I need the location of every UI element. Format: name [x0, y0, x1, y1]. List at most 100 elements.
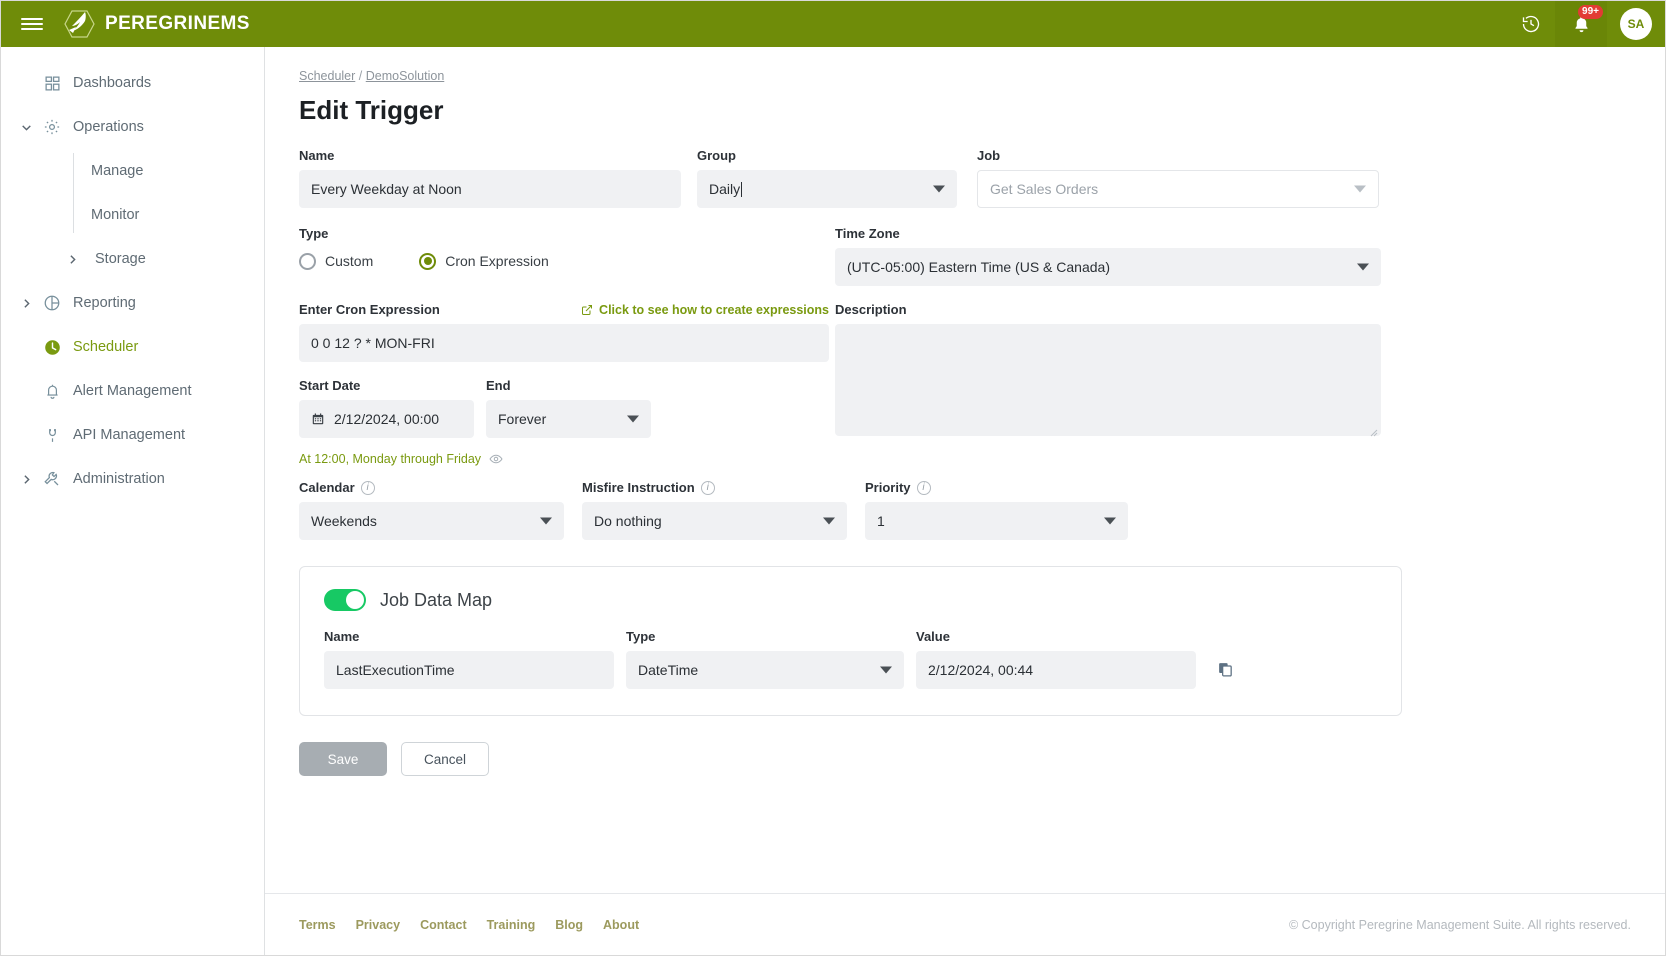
info-icon[interactable]: i: [700, 480, 715, 495]
chevron-right-icon: [61, 253, 83, 266]
chevron-down-icon: [1354, 185, 1366, 193]
job-data-map-toggle[interactable]: [324, 589, 366, 611]
sidebar-item-operations[interactable]: Operations: [1, 105, 264, 149]
gear-icon: [37, 118, 67, 136]
priority-select[interactable]: 1: [865, 502, 1128, 540]
sidebar-item-dashboards[interactable]: Dashboards: [1, 61, 264, 105]
timezone-select[interactable]: (UTC-05:00) Eastern Time (US & Canada): [835, 248, 1381, 286]
footer-link-privacy[interactable]: Privacy: [356, 918, 400, 932]
radio-custom-label: Custom: [325, 253, 374, 269]
group-label: Group: [697, 148, 736, 163]
sidebar-item-reporting[interactable]: Reporting: [1, 281, 264, 325]
job-select[interactable]: Get Sales Orders: [977, 170, 1379, 208]
chevron-down-icon: [540, 517, 552, 525]
bell-icon: [37, 383, 67, 400]
breadcrumb-link-scheduler[interactable]: Scheduler: [299, 69, 355, 83]
app-footer: Terms Privacy Contact Training Blog Abou…: [265, 893, 1665, 955]
notifications-bell-button[interactable]: 99+: [1555, 1, 1607, 47]
avatar: SA: [1620, 8, 1652, 40]
jdm-value-input[interactable]: 2/12/2024, 00:44: [916, 651, 1196, 689]
cron-help-link[interactable]: Click to see how to create expressions: [581, 303, 829, 317]
description-wrapper: [835, 324, 1381, 441]
wrench-icon: [37, 470, 67, 488]
sidebar-item-storage[interactable]: Storage: [1, 237, 264, 281]
misfire-value: Do nothing: [594, 513, 662, 529]
chevron-down-icon: [1104, 517, 1116, 525]
sidebar-item-alert-management[interactable]: Alert Management: [1, 369, 264, 413]
form-row-cron-description: Enter Cron Expression Click to see how t…: [299, 302, 1665, 466]
sidebar-item-label: Reporting: [73, 295, 136, 311]
priority-value: 1: [877, 513, 885, 529]
jdm-type-select[interactable]: DateTime: [626, 651, 904, 689]
end-value: Forever: [498, 411, 547, 427]
end-select[interactable]: Forever: [486, 400, 651, 438]
footer-link-contact[interactable]: Contact: [420, 918, 467, 932]
type-label: Type: [299, 226, 329, 241]
dashboard-grid-icon: [37, 75, 67, 92]
cancel-button[interactable]: Cancel: [401, 742, 489, 776]
info-icon[interactable]: i: [360, 480, 375, 495]
app-body: Dashboards Operations Manage Monitor Sto…: [1, 47, 1665, 955]
timezone-value: (UTC-05:00) Eastern Time (US & Canada): [847, 259, 1110, 275]
footer-link-blog[interactable]: Blog: [555, 918, 583, 932]
footer-link-terms[interactable]: Terms: [299, 918, 336, 932]
radio-custom[interactable]: Custom: [299, 252, 374, 270]
user-avatar-button[interactable]: SA: [1607, 1, 1665, 47]
chevron-right-icon: [15, 473, 37, 486]
jdm-name-column-header: Name: [324, 629, 360, 644]
sidebar-item-monitor[interactable]: Monitor: [73, 193, 264, 237]
job-data-map-title: Job Data Map: [380, 589, 493, 610]
start-date-input[interactable]: 2/12/2024, 00:00: [299, 400, 474, 438]
copyright-text: © Copyright Peregrine Management Suite. …: [1288, 917, 1631, 932]
priority-label: Priority i: [865, 480, 1128, 495]
brand-name: PEREGRINEMS: [105, 13, 250, 34]
breadcrumb-separator: /: [358, 69, 363, 83]
plug-icon: [37, 427, 67, 444]
chevron-down-icon: [880, 666, 892, 674]
sidebar-item-label: Alert Management: [73, 383, 192, 399]
radio-circle-icon: [299, 252, 316, 270]
form-row-identity: Name Every Weekday at Noon Group Daily J…: [299, 148, 1665, 208]
name-input[interactable]: Every Weekday at Noon: [299, 170, 681, 208]
history-clock-icon[interactable]: [1507, 1, 1555, 47]
brand-logo-link[interactable]: PEREGRINEMS: [63, 8, 250, 40]
cron-expression-input[interactable]: 0 0 12 ? * MON-FRI: [299, 324, 829, 362]
hamburger-menu-icon[interactable]: [1, 1, 63, 47]
jdm-name-input[interactable]: LastExecutionTime: [324, 651, 614, 689]
calendar-select[interactable]: Weekends: [299, 502, 564, 540]
footer-link-training[interactable]: Training: [487, 918, 536, 932]
misfire-label: Misfire Instruction i: [582, 480, 847, 495]
save-button[interactable]: Save: [299, 742, 387, 776]
eye-icon[interactable]: [489, 452, 503, 466]
operations-subitems: Manage Monitor: [73, 149, 264, 237]
footer-link-about[interactable]: About: [603, 918, 639, 932]
footer-links: Terms Privacy Contact Training Blog Abou…: [299, 918, 639, 932]
description-textarea[interactable]: [835, 324, 1381, 436]
group-select[interactable]: Daily: [697, 170, 957, 208]
start-date-value: 2/12/2024, 00:00: [334, 411, 440, 427]
sidebar-item-label: API Management: [73, 427, 186, 443]
sidebar-item-api-management[interactable]: API Management: [1, 413, 264, 457]
misfire-select[interactable]: Do nothing: [582, 502, 847, 540]
chevron-down-icon: [1357, 263, 1369, 271]
chevron-down-icon: [933, 185, 945, 193]
jdm-type-column-header: Type: [626, 629, 656, 644]
misfire-label-text: Misfire Instruction: [582, 480, 695, 495]
job-value: Get Sales Orders: [990, 181, 1099, 197]
sidebar-item-administration[interactable]: Administration: [1, 457, 264, 501]
peregrine-falcon-logo-icon: [64, 10, 95, 38]
radio-circle-selected-icon: [419, 252, 437, 270]
sidebar-item-scheduler[interactable]: Scheduler: [1, 325, 264, 369]
sidebar-item-label: Dashboards: [73, 75, 152, 91]
breadcrumb-link-demosolution[interactable]: DemoSolution: [366, 69, 445, 83]
external-link-icon: [582, 304, 593, 315]
chevron-down-icon: [15, 121, 37, 134]
radio-cron-expression[interactable]: Cron Expression: [419, 252, 549, 270]
info-icon[interactable]: i: [916, 480, 931, 495]
priority-label-text: Priority: [865, 480, 911, 495]
end-label: End: [486, 378, 511, 393]
page-title: Edit Trigger: [299, 95, 444, 125]
sidebar-item-manage[interactable]: Manage: [73, 149, 264, 193]
jdm-type-value: DateTime: [638, 662, 699, 678]
copy-button[interactable]: [1212, 656, 1238, 682]
